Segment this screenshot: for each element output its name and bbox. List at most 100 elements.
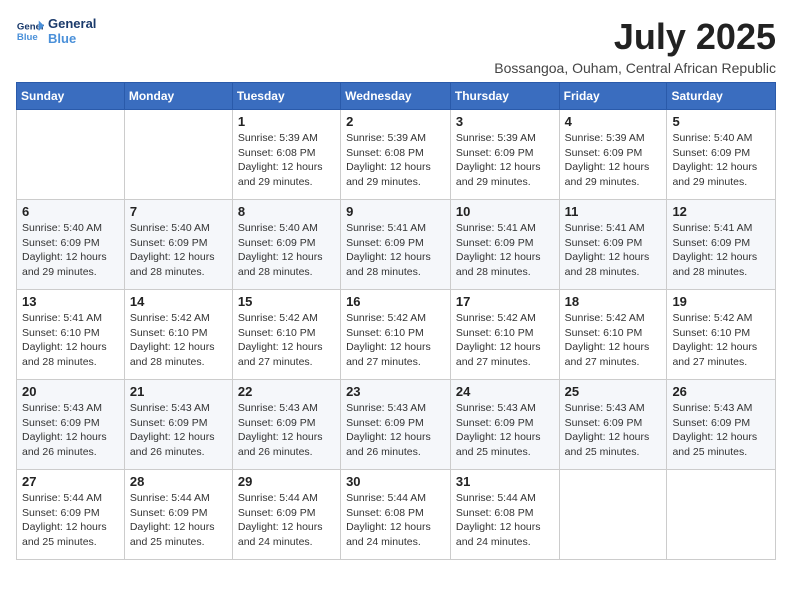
logo-icon: General Blue: [16, 17, 44, 45]
subtitle: Bossangoa, Ouham, Central African Republ…: [494, 60, 776, 76]
day-info: Sunrise: 5:44 AM Sunset: 6:09 PM Dayligh…: [238, 491, 335, 550]
day-number: 23: [346, 384, 445, 399]
day-info: Sunrise: 5:40 AM Sunset: 6:09 PM Dayligh…: [22, 221, 119, 280]
calendar-cell: 13Sunrise: 5:41 AM Sunset: 6:10 PM Dayli…: [17, 290, 125, 380]
day-info: Sunrise: 5:39 AM Sunset: 6:09 PM Dayligh…: [456, 131, 554, 190]
calendar-cell: 2Sunrise: 5:39 AM Sunset: 6:08 PM Daylig…: [341, 110, 451, 200]
calendar-cell: 6 Sunrise: 5:40 AM Sunset: 6:09 PM Daylig…: [17, 200, 125, 290]
day-number: 13: [22, 294, 119, 309]
weekday-header-friday: Friday: [559, 83, 667, 110]
calendar-cell: 11Sunrise: 5:41 AM Sunset: 6:09 PM Dayli…: [559, 200, 667, 290]
calendar-week-2: 6 Sunrise: 5:40 AM Sunset: 6:09 PM Daylig…: [17, 200, 776, 290]
calendar-cell: 14Sunrise: 5:42 AM Sunset: 6:10 PM Dayli…: [124, 290, 232, 380]
day-info: Sunrise: 5:44 AM Sunset: 6:08 PM Dayligh…: [456, 491, 554, 550]
day-number: 31: [456, 474, 554, 489]
weekday-header-wednesday: Wednesday: [341, 83, 451, 110]
day-info: Sunrise: 5:44 AM Sunset: 6:08 PM Dayligh…: [346, 491, 445, 550]
day-info: Sunrise: 5:42 AM Sunset: 6:10 PM Dayligh…: [238, 311, 335, 370]
day-info: Sunrise: 5:42 AM Sunset: 6:10 PM Dayligh…: [565, 311, 662, 370]
calendar-cell: [17, 110, 125, 200]
day-number: 3: [456, 114, 554, 129]
day-info: Sunrise: 5:44 AM Sunset: 6:09 PM Dayligh…: [130, 491, 227, 550]
day-number: 25: [565, 384, 662, 399]
calendar-week-5: 27 Sunrise: 5:44 AM Sunset: 6:09 PM Dayli…: [17, 470, 776, 560]
calendar-cell: [559, 470, 667, 560]
calendar-cell: 1Sunrise: 5:39 AM Sunset: 6:08 PM Daylig…: [232, 110, 340, 200]
logo-text-line1: General: [48, 16, 96, 31]
page-header: General Blue General Blue July 2025 Boss…: [16, 16, 776, 76]
calendar-cell: 21 Sunrise: 5:43 AM Sunset: 6:09 PM Dayli…: [124, 380, 232, 470]
day-info: Sunrise: 5:43 AM Sunset: 6:09 PM Dayligh…: [346, 401, 445, 460]
calendar-cell: 22 Sunrise: 5:43 AM Sunset: 6:09 PM Dayli…: [232, 380, 340, 470]
svg-text:Blue: Blue: [17, 32, 38, 43]
day-number: 14: [130, 294, 227, 309]
day-info: Sunrise: 5:43 AM Sunset: 6:09 PM Dayligh…: [672, 401, 770, 460]
day-info: Sunrise: 5:43 AM Sunset: 6:09 PM Dayligh…: [238, 401, 335, 460]
day-info: Sunrise: 5:42 AM Sunset: 6:10 PM Dayligh…: [672, 311, 770, 370]
day-number: 16: [346, 294, 445, 309]
calendar-week-4: 20 Sunrise: 5:43 AM Sunset: 6:09 PM Dayli…: [17, 380, 776, 470]
calendar-cell: 30Sunrise: 5:44 AM Sunset: 6:08 PM Dayli…: [341, 470, 451, 560]
day-number: 22: [238, 384, 335, 399]
calendar-cell: 23 Sunrise: 5:43 AM Sunset: 6:09 PM Dayli…: [341, 380, 451, 470]
day-info: Sunrise: 5:40 AM Sunset: 6:09 PM Dayligh…: [238, 221, 335, 280]
calendar-cell: 12 Sunrise: 5:41 AM Sunset: 6:09 PM Dayli…: [667, 200, 776, 290]
weekday-header-row: SundayMondayTuesdayWednesdayThursdayFrid…: [17, 83, 776, 110]
day-info: Sunrise: 5:44 AM Sunset: 6:09 PM Dayligh…: [22, 491, 119, 550]
day-number: 24: [456, 384, 554, 399]
calendar-cell: 4Sunrise: 5:39 AM Sunset: 6:09 PM Daylig…: [559, 110, 667, 200]
day-info: Sunrise: 5:42 AM Sunset: 6:10 PM Dayligh…: [346, 311, 445, 370]
weekday-header-sunday: Sunday: [17, 83, 125, 110]
calendar-cell: 20 Sunrise: 5:43 AM Sunset: 6:09 PM Dayli…: [17, 380, 125, 470]
day-number: 27: [22, 474, 119, 489]
calendar-cell: 31 Sunrise: 5:44 AM Sunset: 6:08 PM Dayli…: [450, 470, 559, 560]
calendar-cell: 10Sunrise: 5:41 AM Sunset: 6:09 PM Dayli…: [450, 200, 559, 290]
calendar-cell: [124, 110, 232, 200]
calendar-cell: 9 Sunrise: 5:41 AM Sunset: 6:09 PM Daylig…: [341, 200, 451, 290]
day-number: 26: [672, 384, 770, 399]
day-number: 19: [672, 294, 770, 309]
day-number: 6: [22, 204, 119, 219]
day-info: Sunrise: 5:41 AM Sunset: 6:09 PM Dayligh…: [456, 221, 554, 280]
calendar-week-1: 1Sunrise: 5:39 AM Sunset: 6:08 PM Daylig…: [17, 110, 776, 200]
title-block: July 2025 Bossangoa, Ouham, Central Afri…: [494, 16, 776, 76]
calendar-cell: 5Sunrise: 5:40 AM Sunset: 6:09 PM Daylig…: [667, 110, 776, 200]
day-info: Sunrise: 5:43 AM Sunset: 6:09 PM Dayligh…: [22, 401, 119, 460]
day-info: Sunrise: 5:43 AM Sunset: 6:09 PM Dayligh…: [565, 401, 662, 460]
calendar-cell: 18Sunrise: 5:42 AM Sunset: 6:10 PM Dayli…: [559, 290, 667, 380]
month-title: July 2025: [494, 16, 776, 58]
calendar-cell: 17 Sunrise: 5:42 AM Sunset: 6:10 PM Dayli…: [450, 290, 559, 380]
weekday-header-saturday: Saturday: [667, 83, 776, 110]
calendar-week-3: 13Sunrise: 5:41 AM Sunset: 6:10 PM Dayli…: [17, 290, 776, 380]
day-info: Sunrise: 5:41 AM Sunset: 6:09 PM Dayligh…: [565, 221, 662, 280]
day-number: 12: [672, 204, 770, 219]
day-number: 28: [130, 474, 227, 489]
calendar-cell: [667, 470, 776, 560]
calendar-cell: 19 Sunrise: 5:42 AM Sunset: 6:10 PM Dayli…: [667, 290, 776, 380]
day-number: 29: [238, 474, 335, 489]
weekday-header-monday: Monday: [124, 83, 232, 110]
calendar-cell: 28 Sunrise: 5:44 AM Sunset: 6:09 PM Dayli…: [124, 470, 232, 560]
day-info: Sunrise: 5:41 AM Sunset: 6:09 PM Dayligh…: [346, 221, 445, 280]
calendar-cell: 26 Sunrise: 5:43 AM Sunset: 6:09 PM Dayli…: [667, 380, 776, 470]
calendar-cell: 3 Sunrise: 5:39 AM Sunset: 6:09 PM Daylig…: [450, 110, 559, 200]
day-number: 20: [22, 384, 119, 399]
day-number: 21: [130, 384, 227, 399]
calendar-table: SundayMondayTuesdayWednesdayThursdayFrid…: [16, 82, 776, 560]
day-number: 17: [456, 294, 554, 309]
day-info: Sunrise: 5:43 AM Sunset: 6:09 PM Dayligh…: [456, 401, 554, 460]
weekday-header-thursday: Thursday: [450, 83, 559, 110]
day-number: 8: [238, 204, 335, 219]
calendar-cell: 25 Sunrise: 5:43 AM Sunset: 6:09 PM Dayli…: [559, 380, 667, 470]
calendar-cell: 24 Sunrise: 5:43 AM Sunset: 6:09 PM Dayli…: [450, 380, 559, 470]
calendar-cell: 7Sunrise: 5:40 AM Sunset: 6:09 PM Daylig…: [124, 200, 232, 290]
day-info: Sunrise: 5:42 AM Sunset: 6:10 PM Dayligh…: [456, 311, 554, 370]
calendar-cell: 29 Sunrise: 5:44 AM Sunset: 6:09 PM Dayli…: [232, 470, 340, 560]
day-info: Sunrise: 5:40 AM Sunset: 6:09 PM Dayligh…: [672, 131, 770, 190]
day-info: Sunrise: 5:39 AM Sunset: 6:09 PM Dayligh…: [565, 131, 662, 190]
day-info: Sunrise: 5:43 AM Sunset: 6:09 PM Dayligh…: [130, 401, 227, 460]
day-number: 9: [346, 204, 445, 219]
day-info: Sunrise: 5:41 AM Sunset: 6:09 PM Dayligh…: [672, 221, 770, 280]
day-number: 7: [130, 204, 227, 219]
logo: General Blue General Blue: [16, 16, 96, 46]
